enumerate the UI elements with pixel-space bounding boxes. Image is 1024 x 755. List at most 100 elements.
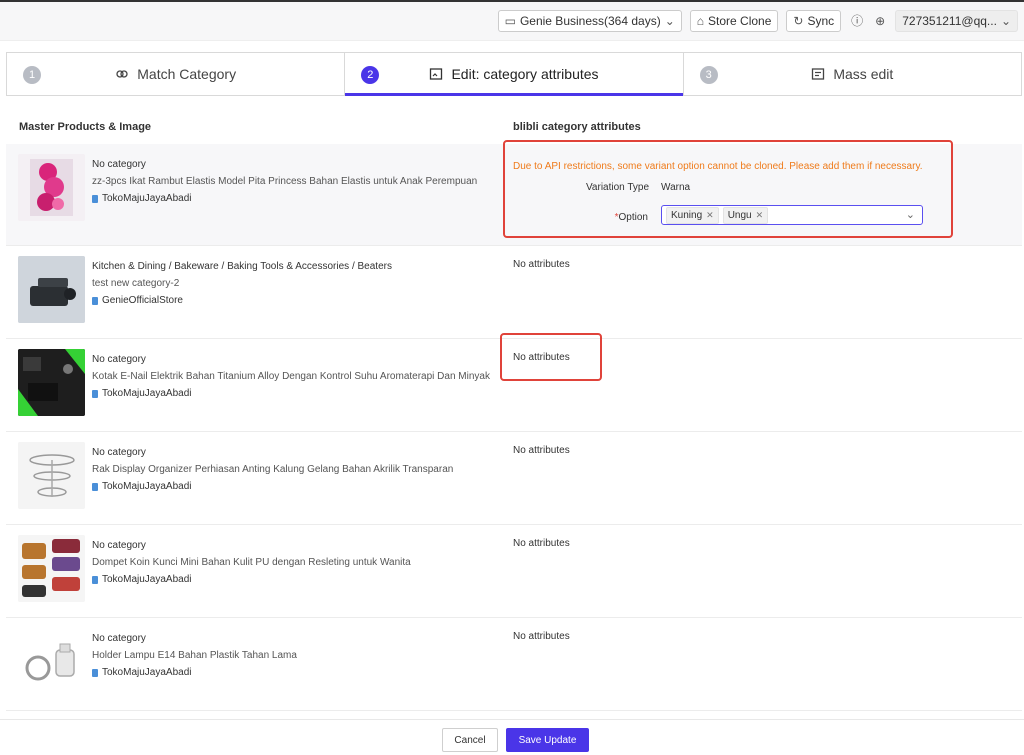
product-info: No category Holder Lampu E14 Bahan Plast…	[92, 630, 297, 681]
link-icon	[116, 70, 128, 78]
product-title: Dompet Koin Kunci Mini Bahan Kulit PU de…	[92, 557, 411, 568]
store-name: TokoMajuJayaAbadi	[102, 388, 192, 399]
product-store: TokoMajuJayaAbadi	[92, 190, 477, 207]
help-icon: ⓘ	[851, 14, 864, 28]
product-category: No category	[92, 159, 146, 170]
calendar-icon: ▭	[504, 14, 516, 28]
product-title: zz-3pcs Ikat Rambut Elastis Model Pita P…	[92, 176, 478, 187]
close-icon[interactable]: ✕	[706, 210, 714, 221]
table-row: No category Holder Lampu E14 Bahan Plast…	[6, 618, 1022, 711]
shop-icon	[92, 194, 98, 203]
option-label-text: Option	[618, 212, 648, 223]
mass-edit-icon	[812, 68, 825, 80]
store-icon: ⌂	[696, 14, 705, 28]
cancel-button[interactable]: Cancel	[442, 728, 498, 752]
table-row: No category Rak Display Organizer Perhia…	[6, 432, 1022, 525]
option-tag: Kuning ✕	[666, 206, 719, 224]
sync-icon: ↻	[793, 14, 804, 28]
shop-icon	[92, 389, 98, 398]
product-info: No category Dompet Koin Kunci Mini Bahan…	[92, 537, 411, 588]
help-button[interactable]: ⓘ	[849, 11, 865, 31]
option-label: *Option	[586, 212, 648, 223]
account-menu[interactable]: 727351211@qq... ⌄	[895, 10, 1018, 32]
language-button[interactable]: ⊕	[873, 11, 887, 31]
attributes-value: No attributes	[513, 631, 570, 642]
option-tag-label: Kuning	[671, 209, 703, 221]
table-row: No category Kotak E-Nail Elektrik Bahan …	[6, 333, 1022, 432]
store-name: TokoMajuJayaAbadi	[102, 481, 192, 492]
chevron-down-icon: ⌄	[664, 14, 675, 28]
product-store: GenieOfficialStore	[92, 292, 392, 309]
shop-icon	[92, 575, 98, 584]
column-header-attributes: blibli category attributes	[513, 121, 641, 133]
option-tag: Ungu ✕	[722, 206, 769, 224]
store-name: GenieOfficialStore	[102, 295, 183, 306]
product-image	[18, 535, 85, 602]
edit-image-icon	[430, 68, 443, 80]
variation-type-value: Warna	[661, 182, 691, 193]
plan-selector[interactable]: ▭ Genie Business(364 days) ⌄	[497, 10, 682, 32]
product-store: TokoMajuJayaAbadi	[92, 664, 297, 681]
globe-icon: ⊕	[875, 14, 886, 28]
product-store: TokoMajuJayaAbadi	[92, 478, 453, 495]
plan-label: Genie Business(364 days)	[519, 14, 661, 28]
product-store: TokoMajuJayaAbadi	[92, 571, 411, 588]
attributes-value: No attributes	[513, 352, 570, 363]
save-update-button[interactable]: Save Update	[506, 728, 589, 752]
product-category: No category	[92, 633, 146, 644]
close-icon[interactable]: ✕	[756, 210, 764, 221]
step-label: Edit: category attributes	[451, 66, 599, 82]
footer-bar: Cancel Save Update	[0, 719, 1024, 755]
top-bar: ▭ Genie Business(364 days) ⌄ ⌂ Store Clo…	[0, 2, 1024, 41]
product-info: No category Kotak E-Nail Elektrik Bahan …	[92, 351, 490, 402]
sync-button[interactable]: ↻ Sync	[786, 10, 842, 32]
product-category: No category	[92, 447, 146, 458]
store-name: TokoMajuJayaAbadi	[102, 574, 192, 585]
product-store: TokoMajuJayaAbadi	[92, 385, 490, 402]
product-image	[18, 256, 85, 323]
store-clone-button[interactable]: ⌂ Store Clone	[689, 10, 779, 32]
product-info: No category zz-3pcs Ikat Rambut Elastis …	[92, 156, 477, 207]
product-category: Kitchen & Dining / Bakeware / Baking Too…	[92, 261, 392, 272]
product-title: test new category-2	[92, 278, 180, 289]
shop-icon	[92, 668, 98, 677]
account-label: 727351211@qq...	[902, 14, 997, 28]
step-label: Mass edit	[833, 66, 894, 82]
product-category: No category	[92, 540, 146, 551]
column-header-products: Master Products & Image	[19, 121, 152, 133]
step-number: 1	[23, 66, 41, 84]
step-tabs: 1 Match Category 2 Edit: category attrib…	[6, 52, 1022, 96]
product-title: Holder Lampu E14 Bahan Plastik Tahan Lam…	[92, 650, 297, 661]
attributes-value: No attributes	[513, 259, 570, 270]
option-select[interactable]: Kuning ✕ Ungu ✕ ⌄	[661, 205, 923, 225]
step-label: Match Category	[137, 66, 237, 82]
option-tag-label: Ungu	[727, 209, 752, 221]
product-image	[18, 628, 85, 695]
chevron-down-icon: ⌄	[1000, 14, 1011, 28]
step-number: 2	[361, 66, 380, 84]
shop-icon	[92, 482, 98, 491]
step-edit-attributes[interactable]: 2 Edit: category attributes	[345, 53, 684, 96]
product-title: Kotak E-Nail Elektrik Bahan Titanium All…	[92, 371, 490, 382]
table-row: Kitchen & Dining / Bakeware / Baking Too…	[6, 246, 1022, 339]
product-image	[18, 154, 85, 221]
product-title: Rak Display Organizer Perhiasan Anting K…	[92, 464, 454, 475]
table-row: No category zz-3pcs Ikat Rambut Elastis …	[6, 140, 1022, 246]
step-mass-edit[interactable]: 3 Mass edit	[684, 53, 1021, 95]
product-category: No category	[92, 354, 146, 365]
product-image	[18, 442, 85, 509]
store-name: TokoMajuJayaAbadi	[102, 667, 192, 678]
shop-icon	[92, 296, 98, 305]
api-restriction-warning: Due to API restrictions, some variant op…	[513, 161, 923, 172]
product-image	[18, 349, 85, 416]
table-row: No category Dompet Koin Kunci Mini Bahan…	[6, 525, 1022, 618]
chevron-down-icon: ⌄	[905, 209, 915, 221]
store-name: TokoMajuJayaAbadi	[102, 193, 192, 204]
attributes-value: No attributes	[513, 538, 570, 549]
store-clone-label: Store Clone	[708, 14, 772, 28]
step-number: 3	[699, 66, 718, 84]
step-match-category[interactable]: 1 Match Category	[7, 53, 346, 95]
sync-label: Sync	[807, 14, 835, 28]
product-info: Kitchen & Dining / Bakeware / Baking Too…	[92, 258, 392, 309]
attributes-value: No attributes	[513, 445, 570, 456]
